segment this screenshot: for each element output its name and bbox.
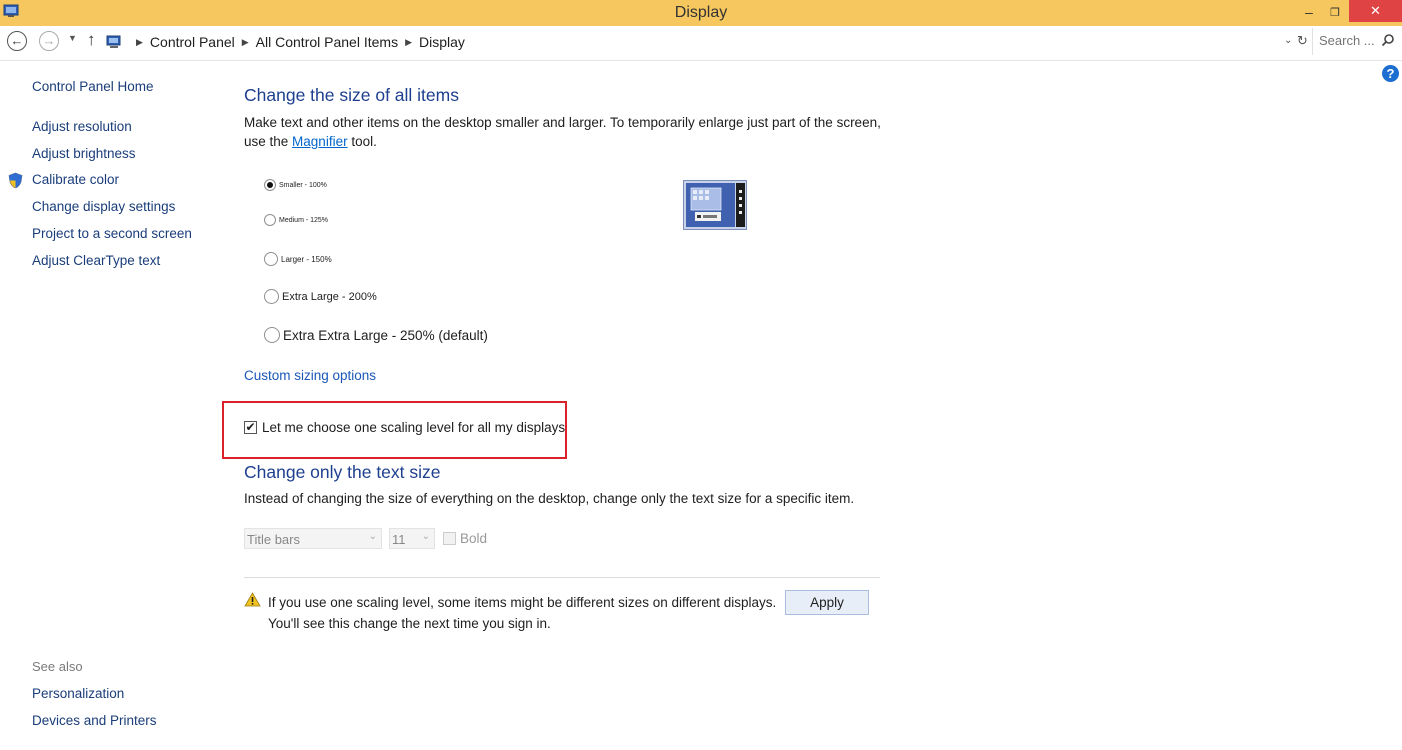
search-icon[interactable]	[1381, 33, 1395, 47]
title-bar: Display – ❐ ✕	[0, 0, 1402, 26]
warning-icon	[244, 592, 261, 607]
sidebar-item-adjust-brightness[interactable]: Adjust brightness	[32, 146, 136, 161]
refresh-icon[interactable]: ↻	[1297, 33, 1308, 49]
uac-shield-icon	[8, 172, 23, 189]
radio-label: Extra Large - 200%	[282, 290, 377, 303]
font-size-select[interactable]: 11 ⌄	[389, 528, 435, 549]
radio-extra-large[interactable]: Extra Large - 200%	[264, 289, 377, 304]
up-button[interactable]: ↑	[87, 30, 96, 50]
custom-sizing-link[interactable]: Custom sizing options	[244, 368, 376, 383]
search-input[interactable]	[1319, 33, 1379, 48]
arrow-left-icon: ←	[10, 33, 24, 48]
arrow-up-icon: ↑	[87, 30, 96, 49]
breadcrumb-all-items[interactable]: All Control Panel Items	[256, 34, 398, 50]
search-box[interactable]	[1312, 28, 1401, 55]
chevron-down-icon: ⌄	[421, 531, 430, 542]
forward-button[interactable]: →	[39, 31, 59, 51]
chevron-right-icon[interactable]: ▶	[136, 37, 143, 48]
close-button[interactable]: ✕	[1349, 0, 1402, 22]
item-select[interactable]: Title bars ⌄	[244, 528, 382, 549]
chevron-right-icon[interactable]: ▶	[242, 37, 249, 48]
chevron-down-icon: ⌄	[368, 531, 377, 542]
chevron-right-icon[interactable]: ▶	[405, 37, 412, 48]
sidebar-item-adjust-resolution[interactable]: Adjust resolution	[32, 119, 132, 134]
radio-label: Medium - 125%	[279, 216, 329, 224]
divider	[244, 577, 880, 578]
radio-button[interactable]	[264, 252, 278, 266]
checkmark-icon: ✔	[245, 420, 256, 434]
font-size-value: 11	[392, 532, 406, 547]
control-panel-icon	[106, 35, 121, 48]
address-bar: ← → ▼ ↑ ▶ Control Panel ▶ All Control Pa…	[0, 27, 1402, 61]
breadcrumb-display[interactable]: Display	[419, 34, 465, 50]
breadcrumb: ▶ Control Panel ▶ All Control Panel Item…	[106, 34, 465, 50]
radio-button[interactable]	[264, 214, 276, 226]
bold-checkbox[interactable]	[443, 532, 456, 545]
radio-label: Smaller - 100%	[279, 181, 327, 189]
radio-extra-extra-large[interactable]: Extra Extra Large - 250% (default)	[264, 327, 488, 343]
sidebar-item-calibrate-color[interactable]: Calibrate color	[32, 172, 119, 187]
arrow-right-icon: →	[42, 33, 56, 48]
address-history-chevron-icon[interactable]: ⌄	[1284, 35, 1292, 46]
item-select-value: Title bars	[247, 532, 300, 547]
radio-medium[interactable]: Medium - 125%	[264, 214, 328, 226]
see-also-heading: See also	[32, 659, 83, 674]
apply-button[interactable]: Apply	[785, 590, 869, 615]
breadcrumb-control-panel[interactable]: Control Panel	[150, 34, 235, 50]
radio-button[interactable]	[264, 179, 276, 191]
text-section-description: Instead of changing the size of everythi…	[244, 491, 855, 506]
size-section-description: Make text and other items on the desktop…	[244, 115, 881, 149]
sidebar-item-adjust-cleartype[interactable]: Adjust ClearType text	[32, 253, 160, 268]
one-scaling-label: Let me choose one scaling level for all …	[262, 420, 566, 435]
magnifier-link[interactable]: Magnifier	[292, 134, 348, 149]
scaling-preview-image	[683, 180, 747, 230]
warning-line-1: If you use one scaling level, some items…	[268, 595, 777, 610]
radio-label: Extra Extra Large - 250% (default)	[283, 327, 488, 343]
radio-smaller[interactable]: Smaller - 100%	[264, 179, 327, 191]
text-section-title: Change only the text size	[244, 462, 441, 482]
see-also-devices-printers[interactable]: Devices and Printers	[32, 713, 157, 728]
restore-button[interactable]: ❐	[1322, 0, 1348, 26]
sidebar-item-change-display-settings[interactable]: Change display settings	[32, 199, 175, 214]
one-scaling-checkbox-row[interactable]: ✔ Let me choose one scaling level for al…	[244, 420, 565, 435]
minimize-button[interactable]: –	[1296, 0, 1322, 26]
help-icon[interactable]: ?	[1382, 65, 1399, 82]
radio-larger[interactable]: Larger - 150%	[264, 252, 332, 266]
radio-button[interactable]	[264, 289, 279, 304]
warning-line-2: You'll see this change the next time you…	[268, 616, 551, 631]
sidebar-item-project-second-screen[interactable]: Project to a second screen	[32, 226, 192, 241]
back-button[interactable]: ←	[7, 31, 27, 51]
sidebar-control-panel-home[interactable]: Control Panel Home	[32, 79, 154, 94]
recent-locations-dropdown[interactable]: ▼	[68, 33, 77, 43]
window-title: Display	[674, 4, 728, 21]
warning-message: If you use one scaling level, some items…	[268, 592, 776, 634]
radio-button[interactable]	[264, 327, 280, 343]
size-section-title: Change the size of all items	[244, 85, 459, 105]
radio-label: Larger - 150%	[281, 254, 332, 264]
see-also-personalization[interactable]: Personalization	[32, 686, 124, 701]
bold-label: Bold	[460, 531, 488, 546]
one-scaling-checkbox[interactable]: ✔	[244, 421, 257, 434]
